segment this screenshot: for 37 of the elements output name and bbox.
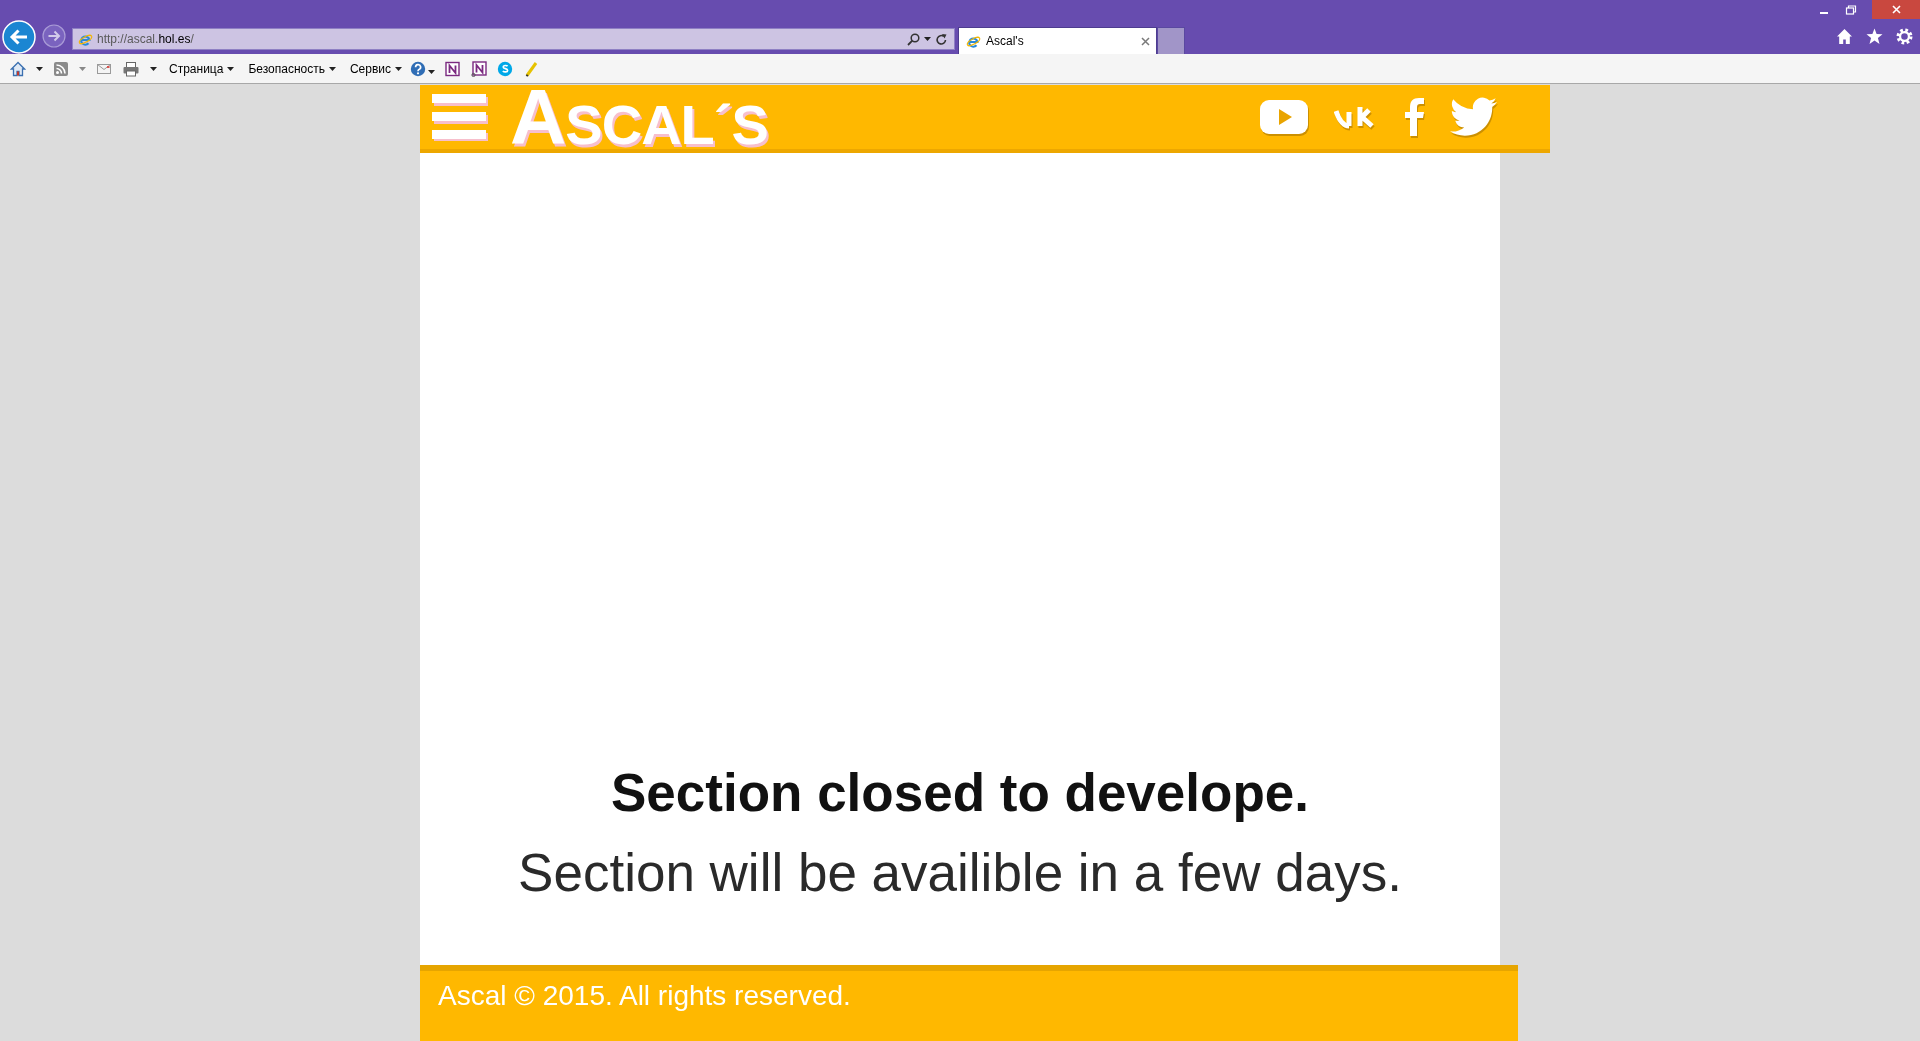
page-heading: Section closed to develope. (611, 763, 1309, 823)
f-logo-icon[interactable] (1404, 98, 1424, 136)
help-icon[interactable] (410, 60, 427, 77)
caret-icon[interactable] (428, 69, 436, 74)
forward-icon[interactable] (42, 24, 66, 48)
menu-button[interactable]: Страница (167, 61, 237, 76)
rss-icon[interactable] (53, 60, 69, 77)
menu-button[interactable]: Безопасность (246, 61, 338, 76)
url-text[interactable]: http://ascal.hol.es/ (97, 32, 903, 46)
caret-icon[interactable] (328, 66, 336, 71)
copyright-text: Ascal © 2015. All rights reserved. (438, 980, 851, 1011)
caret-icon[interactable] (227, 66, 235, 71)
close-button[interactable] (1872, 0, 1920, 19)
n-tile-icon[interactable] (445, 60, 462, 77)
restore-icon[interactable] (1845, 4, 1857, 15)
settings-icon[interactable] (1896, 28, 1913, 45)
home-icon[interactable] (10, 60, 26, 77)
page-message: Section will be availible in a few days. (518, 843, 1402, 903)
caret-icon[interactable] (36, 66, 43, 71)
n-tile-icon[interactable] (471, 60, 488, 77)
star-icon[interactable] (1866, 28, 1883, 45)
close-icon (1891, 5, 1901, 14)
search-icon[interactable] (907, 32, 920, 46)
refresh-icon[interactable] (935, 32, 948, 46)
browser-tab[interactable]: Ascal's (958, 27, 1157, 54)
back-icon[interactable] (2, 20, 36, 54)
caret-icon[interactable] (395, 66, 403, 71)
home-icon[interactable] (1836, 28, 1853, 45)
menu-button[interactable]: Сервис (347, 61, 405, 76)
bird-icon[interactable] (1450, 97, 1497, 137)
caret-icon[interactable] (150, 66, 157, 71)
s-logo-icon[interactable] (497, 60, 514, 77)
caret-icon[interactable] (924, 37, 931, 41)
tab-close-icon[interactable] (1141, 36, 1150, 46)
new-tab-button[interactable] (1157, 27, 1185, 54)
address-field[interactable]: http://ascal.hol.es/ (72, 28, 955, 50)
print-icon[interactable] (122, 60, 140, 77)
